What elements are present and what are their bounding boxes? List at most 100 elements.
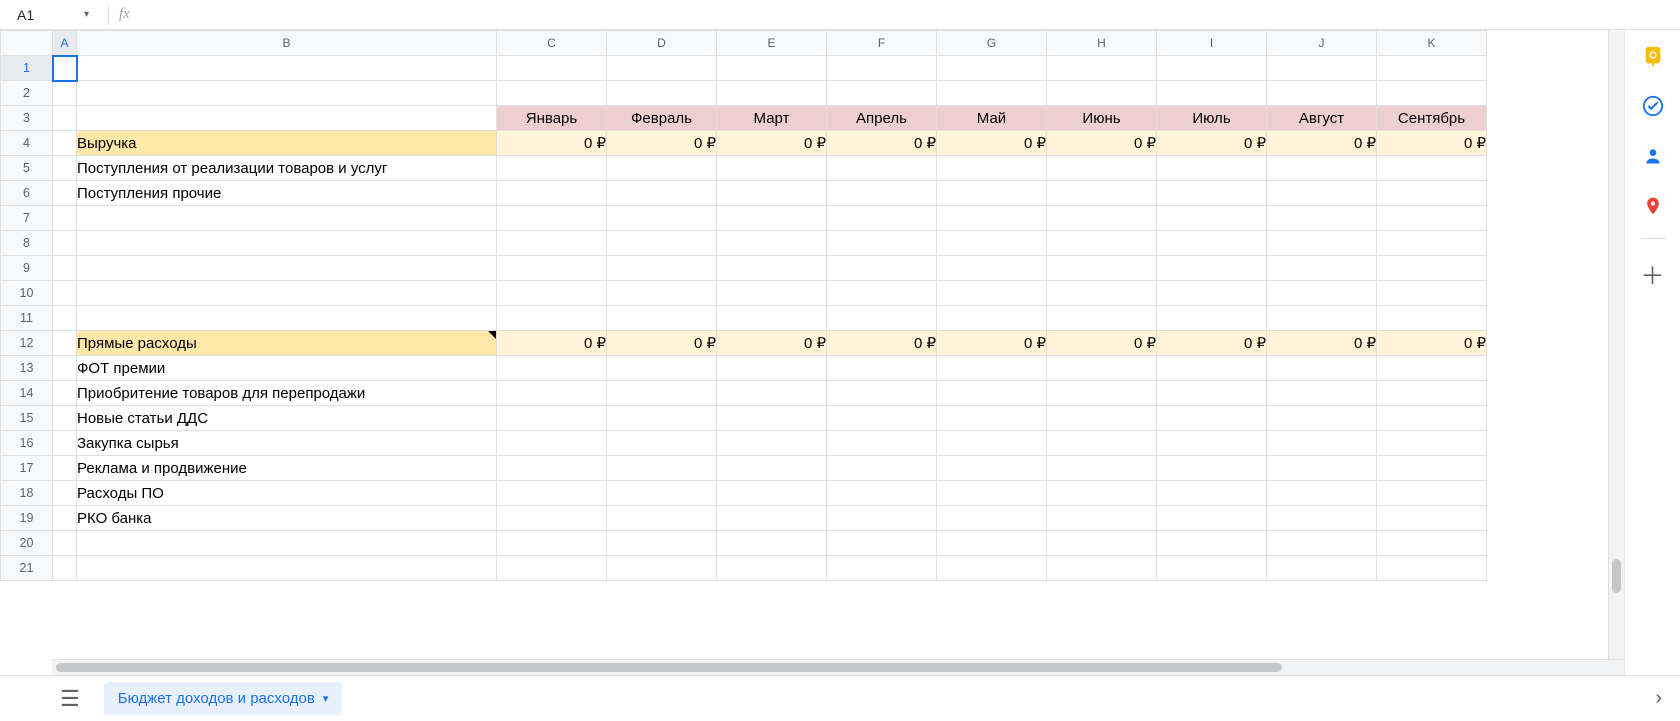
cell-C21[interactable]: [497, 556, 607, 581]
keep-icon[interactable]: [1641, 44, 1665, 68]
direct-costs-total-D[interactable]: 0 ₽: [607, 331, 717, 356]
cell-E6[interactable]: [717, 181, 827, 206]
cell-D9[interactable]: [607, 256, 717, 281]
direct-costs-item-6[interactable]: РКО банка: [77, 506, 497, 531]
cell-C1[interactable]: [497, 56, 607, 81]
column-header-C[interactable]: C: [497, 31, 607, 56]
cell-F19[interactable]: [827, 506, 937, 531]
cell-E5[interactable]: [717, 156, 827, 181]
cell-D11[interactable]: [607, 306, 717, 331]
cell-E7[interactable]: [717, 206, 827, 231]
cell-K2[interactable]: [1377, 81, 1487, 106]
cell-I7[interactable]: [1157, 206, 1267, 231]
cell-E16[interactable]: [717, 431, 827, 456]
cell-E9[interactable]: [717, 256, 827, 281]
cell-A13[interactable]: [53, 356, 77, 381]
cell-J17[interactable]: [1267, 456, 1377, 481]
cell-E2[interactable]: [717, 81, 827, 106]
cell-J2[interactable]: [1267, 81, 1377, 106]
row-header-3[interactable]: 3: [1, 106, 53, 131]
cell-I8[interactable]: [1157, 231, 1267, 256]
direct-costs-total-G[interactable]: 0 ₽: [937, 331, 1047, 356]
cell-E10[interactable]: [717, 281, 827, 306]
cell-G2[interactable]: [937, 81, 1047, 106]
cell-C18[interactable]: [497, 481, 607, 506]
sheet-tab-active[interactable]: Бюджет доходов и расходов ▾: [104, 682, 343, 715]
row-header-8[interactable]: 8: [1, 231, 53, 256]
cell-D7[interactable]: [607, 206, 717, 231]
cell-C8[interactable]: [497, 231, 607, 256]
row-header-17[interactable]: 17: [1, 456, 53, 481]
row-header-5[interactable]: 5: [1, 156, 53, 181]
direct-costs-item-0[interactable]: ФОТ премии: [77, 356, 497, 381]
cell-C5[interactable]: [497, 156, 607, 181]
cell-K18[interactable]: [1377, 481, 1487, 506]
month-header-G[interactable]: Май: [937, 106, 1047, 131]
tasks-icon[interactable]: [1641, 94, 1665, 118]
column-header-E[interactable]: E: [717, 31, 827, 56]
cell-K5[interactable]: [1377, 156, 1487, 181]
cell-C20[interactable]: [497, 531, 607, 556]
cell-I5[interactable]: [1157, 156, 1267, 181]
cell-D6[interactable]: [607, 181, 717, 206]
cell-J11[interactable]: [1267, 306, 1377, 331]
cell-K13[interactable]: [1377, 356, 1487, 381]
cell-F7[interactable]: [827, 206, 937, 231]
cell-I11[interactable]: [1157, 306, 1267, 331]
direct-costs-total-C[interactable]: 0 ₽: [497, 331, 607, 356]
cell-A16[interactable]: [53, 431, 77, 456]
cell-C9[interactable]: [497, 256, 607, 281]
column-header-I[interactable]: I: [1157, 31, 1267, 56]
cell-J6[interactable]: [1267, 181, 1377, 206]
cell-G14[interactable]: [937, 381, 1047, 406]
row-header-6[interactable]: 6: [1, 181, 53, 206]
direct-costs-item-5[interactable]: Расходы ПО: [77, 481, 497, 506]
cell-A12[interactable]: [53, 331, 77, 356]
month-header-C[interactable]: Январь: [497, 106, 607, 131]
formula-input[interactable]: [138, 7, 538, 23]
cell-J5[interactable]: [1267, 156, 1377, 181]
cell-G7[interactable]: [937, 206, 1047, 231]
cell-I18[interactable]: [1157, 481, 1267, 506]
cell-H20[interactable]: [1047, 531, 1157, 556]
cell-I13[interactable]: [1157, 356, 1267, 381]
cell-A21[interactable]: [53, 556, 77, 581]
cell-E19[interactable]: [717, 506, 827, 531]
row-header-19[interactable]: 19: [1, 506, 53, 531]
maps-icon[interactable]: [1641, 194, 1665, 218]
cell-H11[interactable]: [1047, 306, 1157, 331]
revenue-total-F[interactable]: 0 ₽: [827, 131, 937, 156]
month-header-J[interactable]: Август: [1267, 106, 1377, 131]
cell-K17[interactable]: [1377, 456, 1487, 481]
cell-A1[interactable]: [53, 56, 77, 81]
cell-F13[interactable]: [827, 356, 937, 381]
cell-A4[interactable]: [53, 131, 77, 156]
direct-costs-item-2[interactable]: Новые статьи ДДС: [77, 406, 497, 431]
cell-F20[interactable]: [827, 531, 937, 556]
row-header-13[interactable]: 13: [1, 356, 53, 381]
direct-costs-item-3[interactable]: Закупка сырья: [77, 431, 497, 456]
cell-G8[interactable]: [937, 231, 1047, 256]
contacts-icon[interactable]: [1641, 144, 1665, 168]
row-header-2[interactable]: 2: [1, 81, 53, 106]
row-header-12[interactable]: 12: [1, 331, 53, 356]
cell-H13[interactable]: [1047, 356, 1157, 381]
cell-K8[interactable]: [1377, 231, 1487, 256]
revenue-total-D[interactable]: 0 ₽: [607, 131, 717, 156]
cell-K19[interactable]: [1377, 506, 1487, 531]
cell-H18[interactable]: [1047, 481, 1157, 506]
cell-G9[interactable]: [937, 256, 1047, 281]
revenue-total-C[interactable]: 0 ₽: [497, 131, 607, 156]
cell-C13[interactable]: [497, 356, 607, 381]
cell-H16[interactable]: [1047, 431, 1157, 456]
cell-E17[interactable]: [717, 456, 827, 481]
cell-B7[interactable]: [77, 206, 497, 231]
cell-J7[interactable]: [1267, 206, 1377, 231]
cell-D2[interactable]: [607, 81, 717, 106]
cell-A14[interactable]: [53, 381, 77, 406]
cell-G18[interactable]: [937, 481, 1047, 506]
cell-E1[interactable]: [717, 56, 827, 81]
direct-costs-item-4[interactable]: Реклама и продвижение: [77, 456, 497, 481]
collapse-side-panel-button[interactable]: ›: [1655, 687, 1662, 710]
cell-H8[interactable]: [1047, 231, 1157, 256]
